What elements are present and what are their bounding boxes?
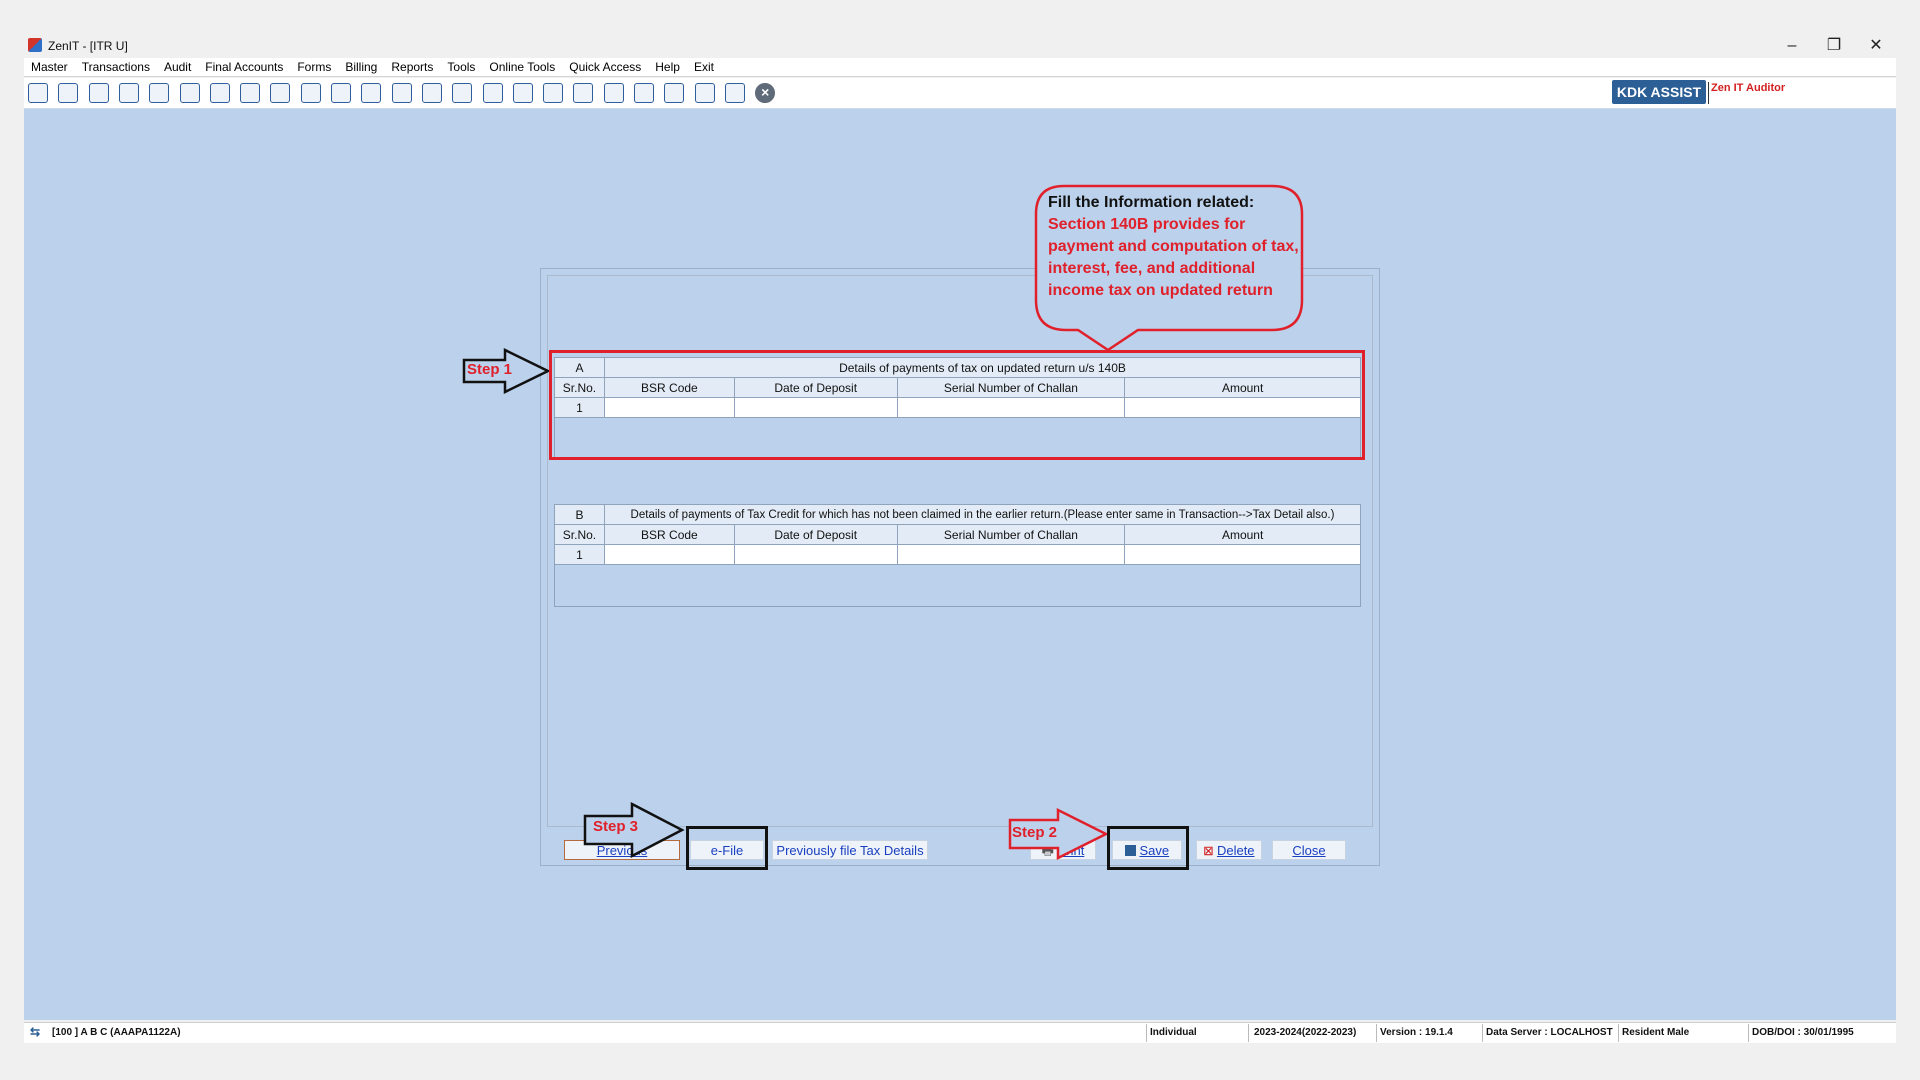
menu-billing[interactable]: Billing	[338, 59, 384, 74]
filter-icon[interactable]	[240, 83, 261, 103]
close-button[interactable]: Close	[1272, 840, 1346, 860]
schedule-icon[interactable]	[543, 83, 564, 103]
date-of-deposit-cell[interactable]	[733, 544, 898, 565]
table-b-title: Details of payments of Tax Credit for wh…	[603, 504, 1362, 525]
restore-button[interactable]: ❐	[1814, 34, 1854, 60]
menu-exit[interactable]: Exit	[687, 59, 721, 74]
minimize-button[interactable]: –	[1772, 34, 1812, 60]
client-switch-icon[interactable]: ⇆	[30, 1025, 40, 1039]
tds-icon[interactable]	[664, 83, 685, 103]
previous-label: Previous	[596, 843, 648, 858]
delete-button[interactable]: ☒ Delete	[1196, 840, 1262, 860]
delete-label: Delete	[1216, 843, 1255, 858]
table-row: 1	[554, 544, 1361, 565]
export-icon[interactable]	[603, 83, 624, 103]
tcs-icon[interactable]	[694, 83, 715, 103]
status-data-server: Data Server : LOCALHOST	[1486, 1027, 1613, 1038]
status-version: Version : 19.1.4	[1380, 1027, 1453, 1038]
report-icon[interactable]	[512, 83, 533, 103]
menu-audit[interactable]: Audit	[157, 59, 198, 74]
step3-label: Step 3	[593, 818, 639, 835]
row-srno: 1	[554, 544, 605, 565]
bs-icon[interactable]	[634, 83, 654, 103]
zen-it-auditor-label[interactable]: Zen IT Auditor	[1708, 82, 1785, 104]
ledger-icon[interactable]	[482, 83, 503, 103]
col-bsr-code: BSR Code	[603, 524, 735, 545]
pay-icon[interactable]	[391, 83, 412, 103]
close-label: Close	[1292, 843, 1326, 858]
status-separator	[1618, 1024, 1619, 1042]
refresh-icon[interactable]	[573, 83, 594, 103]
info-icon[interactable]	[452, 83, 473, 103]
step2-label: Step 2	[1012, 824, 1058, 841]
users-icon[interactable]	[179, 83, 200, 103]
bar-chart-icon[interactable]	[118, 83, 139, 103]
status-assessment-year: 2023-2024(2022-2023)	[1254, 1027, 1357, 1038]
print-icon: 🖶	[1041, 843, 1054, 858]
col-challan-serial: Serial Number of Challan	[896, 524, 1126, 545]
app-logo-icon	[28, 38, 42, 52]
menu-transactions[interactable]: Transactions	[75, 59, 157, 74]
form-icon[interactable]	[724, 83, 745, 103]
delete-x-icon: ☒	[1203, 846, 1214, 858]
status-separator	[1146, 1024, 1147, 1042]
status-separator	[1482, 1024, 1483, 1042]
gift-icon[interactable]	[149, 83, 170, 103]
step1-highlight-box	[549, 350, 1365, 460]
amount-cell[interactable]	[1124, 544, 1361, 565]
status-type: Individual	[1150, 1027, 1197, 1038]
close-circle-icon[interactable]: ×	[755, 83, 776, 103]
menu-forms[interactable]: Forms	[290, 59, 338, 74]
kdk-assist-button[interactable]: KDK ASSIST	[1612, 80, 1706, 104]
menu-bar: Master Transactions Audit Final Accounts For…	[24, 58, 1896, 77]
calendar-icon[interactable]	[28, 83, 48, 103]
status-dob: DOB/DOI : 30/01/1995	[1752, 1027, 1854, 1038]
step1-label: Step 1	[467, 361, 513, 378]
step2-highlight-box	[1107, 826, 1189, 870]
callout-body: Section 140B provides for payment and co…	[1048, 216, 1299, 299]
status-client: [100 ] A B C (AAAPA1122A)	[52, 1027, 181, 1038]
status-separator	[1376, 1024, 1377, 1042]
building-icon[interactable]	[88, 83, 109, 103]
window-title: ZenIT - [ITR U]	[48, 39, 128, 53]
sync-icon[interactable]	[300, 83, 321, 103]
previous-button[interactable]: Previous	[564, 840, 680, 860]
menu-master[interactable]: Master	[24, 59, 75, 74]
home-icon[interactable]	[58, 83, 79, 103]
pie-chart-icon[interactable]	[361, 83, 382, 103]
menu-online-tools[interactable]: Online Tools	[482, 59, 562, 74]
col-amount: Amount	[1124, 524, 1361, 545]
col-srno: Sr.No.	[554, 524, 605, 545]
title-bar: ZenIT - [ITR U] – ❐ ✕	[24, 34, 1896, 60]
status-residency: Resident Male	[1622, 1027, 1690, 1038]
menu-quick-access[interactable]: Quick Access	[562, 59, 648, 74]
close-window-button[interactable]: ✕	[1856, 34, 1896, 60]
menu-reports[interactable]: Reports	[384, 59, 440, 74]
print-label: Print	[1057, 843, 1085, 858]
callout-text: Fill the Information related: Section 14…	[1048, 192, 1308, 302]
tax-icon[interactable]	[270, 83, 291, 103]
bsr-code-cell[interactable]	[603, 544, 735, 565]
table-b-empty-area	[554, 565, 1361, 607]
menu-tools[interactable]: Tools	[440, 59, 482, 74]
menu-final-accounts[interactable]: Final Accounts	[198, 59, 290, 74]
status-separator	[1248, 1024, 1249, 1042]
table-b: B Details of payments of Tax Credit for …	[554, 504, 1362, 565]
pin-icon[interactable]	[209, 83, 230, 103]
challan-serial-cell[interactable]	[896, 544, 1126, 565]
toolbar: × KDK ASSIST Zen IT Auditor	[24, 78, 1896, 109]
menu-help[interactable]: Help	[648, 59, 687, 74]
callout-heading: Fill the Information related:	[1048, 194, 1255, 211]
col-date-of-deposit: Date of Deposit	[733, 524, 898, 545]
status-bar: ⇆ [100 ] A B C (AAAPA1122A) Individual 2…	[24, 1022, 1896, 1043]
status-separator	[1748, 1024, 1749, 1042]
calculator-icon[interactable]	[331, 83, 351, 103]
book-icon[interactable]	[421, 83, 442, 103]
step3-highlight-box	[686, 826, 768, 870]
table-b-section: B	[554, 504, 605, 525]
previously-filed-tax-details-button[interactable]: Previously file Tax Details	[772, 840, 928, 860]
print-button[interactable]: 🖶 Print	[1030, 840, 1096, 860]
